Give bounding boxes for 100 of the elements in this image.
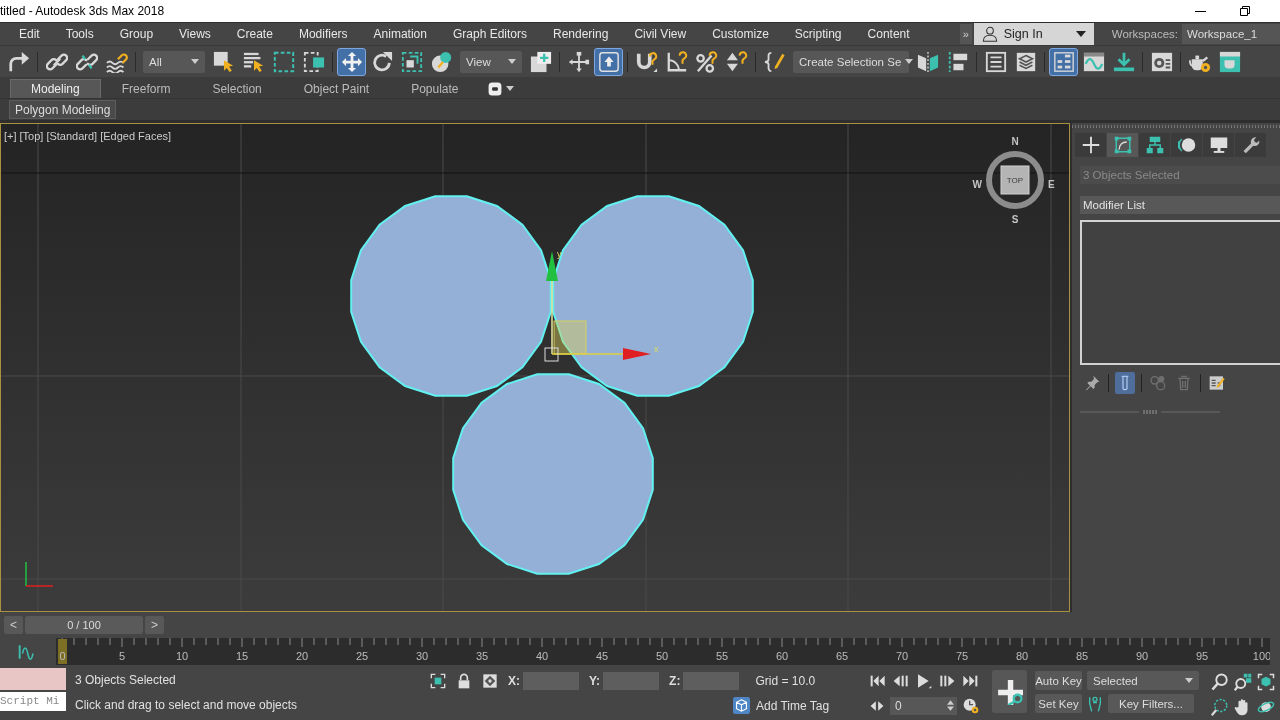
selection-status: 3 Objects Selected xyxy=(75,672,177,689)
viewport-menu-label[interactable]: [+] xyxy=(4,130,17,142)
menu-item[interactable]: Create xyxy=(223,23,286,45)
hierarchy-tab[interactable] xyxy=(1139,133,1170,157)
modifier-stack-list[interactable] xyxy=(1080,220,1280,365)
create-tab[interactable] xyxy=(1075,133,1106,157)
menu-item[interactable]: Scripting xyxy=(781,23,855,45)
next-frame-button[interactable]: > xyxy=(145,615,164,634)
plus-key-icon xyxy=(996,678,1023,705)
timeline-ruler[interactable]: 0 5 10 15 20 25 30 35 40 45 50 55 60 65 70 75 80 85 90 95 100 xyxy=(56,638,1270,665)
frame-number: 100 xyxy=(1252,650,1270,662)
up-arrow-box-icon xyxy=(597,50,620,73)
frame-number: 90 xyxy=(1135,650,1149,662)
figure-icon[interactable] xyxy=(1087,695,1103,712)
axis-label: y xyxy=(557,249,562,259)
menu-item[interactable]: Content xyxy=(854,23,923,45)
previous-frame-button[interactable]: < xyxy=(4,615,23,634)
coordinate-system-dropdown[interactable]: View xyxy=(460,50,522,73)
scale-square-icon xyxy=(400,50,423,73)
restore-icon[interactable] xyxy=(1240,6,1250,16)
viewport-menu-label[interactable]: [Top] xyxy=(19,130,44,142)
ribbon-toggle-button[interactable] xyxy=(1049,47,1078,76)
menu-item[interactable]: Civil View xyxy=(621,23,700,45)
sphere-window-icon xyxy=(1150,50,1173,73)
compass-label: S xyxy=(1011,214,1019,225)
viewport-menu-label[interactable]: [Edged Faces] xyxy=(100,130,172,142)
workspace-dropdown[interactable]: Workspace_1 xyxy=(1182,24,1280,44)
ribbon-tab[interactable]: Object Paint xyxy=(282,79,391,98)
axis-label: x xyxy=(654,344,659,354)
viewcube-face[interactable]: TOP xyxy=(1000,165,1030,195)
diamond-square-icon[interactable] xyxy=(482,672,498,689)
brace-pencil-icon xyxy=(763,50,786,73)
coordinate-field[interactable] xyxy=(603,671,660,690)
coordinate-label: Z: xyxy=(669,673,681,688)
set-keys-button[interactable] xyxy=(992,670,1027,713)
set-key-button[interactable]: Set Key xyxy=(1035,694,1082,713)
selection-filter-dropdown[interactable]: All xyxy=(143,50,205,73)
menu-item[interactable]: Modifiers xyxy=(285,23,361,45)
key-target-dropdown[interactable]: Selected xyxy=(1087,671,1199,690)
trash-icon xyxy=(1176,375,1192,391)
viewport[interactable]: [+] [Top] [Standard] [Edged Faces] N W TOP E S y x xyxy=(0,123,1070,612)
display-tab[interactable] xyxy=(1203,133,1234,157)
menu-item[interactable]: Rendering xyxy=(540,23,622,45)
layers-icon xyxy=(1014,50,1037,73)
menu-item[interactable]: Group xyxy=(106,23,167,45)
wave-window-icon xyxy=(1082,50,1105,73)
compass-ring[interactable] xyxy=(986,151,1044,209)
circular-arrow-icon xyxy=(370,50,393,73)
frame-number: 5 xyxy=(118,650,126,662)
move-button[interactable] xyxy=(337,47,366,76)
show-end-result-button[interactable] xyxy=(1115,372,1135,394)
menu-item[interactable]: Tools xyxy=(52,23,107,45)
axis-tripod-icon xyxy=(25,561,54,587)
motion-tab[interactable] xyxy=(1171,133,1202,157)
mirror-icon xyxy=(916,50,939,73)
play-icon[interactable] xyxy=(916,672,932,689)
dashed-magnifier-icon[interactable] xyxy=(1211,697,1229,716)
add-time-tag-button[interactable]: Add Time Tag xyxy=(733,694,830,717)
frame-number: 50 xyxy=(655,650,669,662)
time-slider-thumb[interactable]: < 0 / 100 > xyxy=(4,615,164,634)
coordinate-field[interactable] xyxy=(683,671,740,690)
tree-blocks-icon xyxy=(1145,136,1164,154)
bracket-square-icon[interactable] xyxy=(430,672,446,689)
move-gizmo[interactable] xyxy=(544,251,651,362)
script-output-field[interactable]: Script Mi xyxy=(0,692,66,711)
menu-item[interactable]: Graph Editors xyxy=(439,23,540,45)
download-arrow-icon xyxy=(1112,50,1135,73)
script-input-field[interactable] xyxy=(0,668,66,690)
ribbon-tab[interactable]: Selection xyxy=(191,79,283,98)
magnifier-squares-icon[interactable] xyxy=(1234,672,1252,691)
menu-item[interactable]: Customize xyxy=(699,23,782,45)
current-frame-field[interactable]: 0 xyxy=(890,696,957,715)
frame-number: 80 xyxy=(1015,650,1029,662)
sign-in-dropdown[interactable]: Sign In xyxy=(973,23,1094,45)
lock-icon[interactable] xyxy=(456,672,472,689)
utilities-tab[interactable] xyxy=(1235,133,1266,157)
spinner-arrows-icon[interactable] xyxy=(947,700,954,711)
menu-item[interactable]: Animation xyxy=(360,23,440,45)
shortcut-override-button[interactable] xyxy=(594,47,623,76)
zoom-icon[interactable] xyxy=(1211,672,1229,691)
menu-overflow-button[interactable]: » xyxy=(959,24,972,44)
ribbon-panel-button[interactable]: Polygon Modeling xyxy=(9,100,117,119)
splitter-grip-icon[interactable] xyxy=(1143,410,1157,414)
minimize-icon[interactable] xyxy=(1195,10,1206,12)
key-filters-button[interactable]: Key Filters... xyxy=(1108,694,1194,713)
frame-number: 15 xyxy=(235,650,249,662)
menu-item[interactable]: Edit xyxy=(6,23,53,45)
modifier-list-dropdown[interactable]: Modifier List xyxy=(1080,196,1280,214)
ribbon-tab[interactable]: Populate xyxy=(390,79,480,98)
menu-item[interactable]: Views xyxy=(166,23,224,45)
clock-gear-icon[interactable] xyxy=(963,697,979,714)
bracket-cube-icon[interactable] xyxy=(1257,672,1275,691)
frame-number: 60 xyxy=(775,650,789,662)
ribbon-tab[interactable]: Modeling xyxy=(10,79,101,98)
wave-bar-icon[interactable] xyxy=(18,642,36,661)
align-icon xyxy=(946,50,969,73)
auto-key-button[interactable]: Auto Key xyxy=(1035,671,1082,690)
viewport-menu-label[interactable]: [Standard] xyxy=(46,130,98,142)
ribbon-tab[interactable]: Freeform xyxy=(100,79,192,98)
coordinate-field[interactable] xyxy=(523,671,579,690)
